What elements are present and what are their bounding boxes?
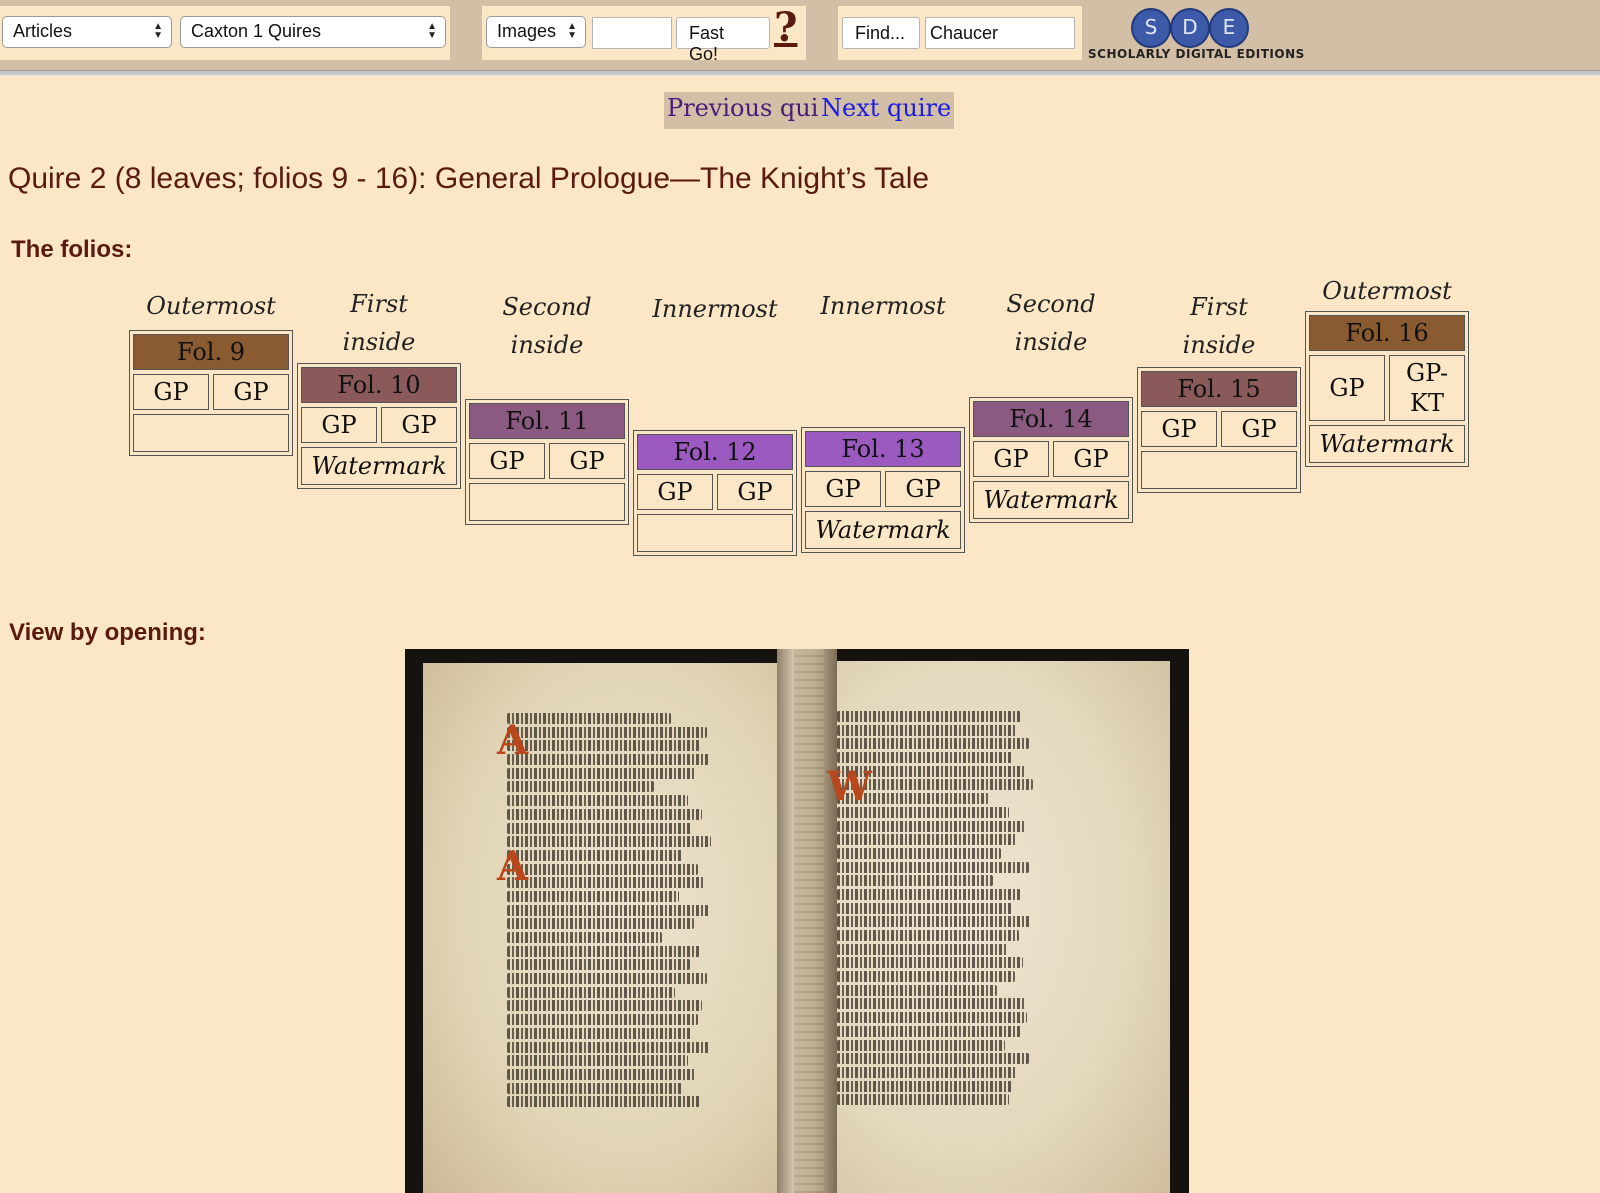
folio-position-label: Innermost [820,292,946,320]
collection-select-value: Caxton 1 Quires [191,21,322,41]
navigation-group: Articles ▲ ▼ Caxton 1 Quires ▲ ▼ [0,6,450,60]
select-arrows-icon: ▲ ▼ [567,21,577,41]
folio-content-cell[interactable]: GP [805,471,881,507]
folio-position-label: Outermost [146,292,276,320]
folio-watermark-note [637,514,793,552]
folio-content-row: GP GP [133,374,289,410]
folio-content-row: GP GP [805,471,961,507]
decorated-initial: W [827,763,872,810]
folio-label-link[interactable]: Fol. 10 [301,367,457,403]
page-title: Quire 2 (8 leaves; folios 9 - 16): Gener… [8,162,930,195]
folio-position-label: Second inside [502,293,592,359]
folio-content-cell[interactable]: GP [1309,355,1385,421]
folio-label-link[interactable]: Fol. 14 [973,401,1129,437]
folio-content-cell[interactable]: GP [381,407,457,443]
articles-select[interactable]: Articles ▲ ▼ [2,16,172,48]
toolbar: Articles ▲ ▼ Caxton 1 Quires ▲ ▼ Images ▲ ▼… [0,0,1600,70]
decorated-initial: A [497,843,529,890]
folio-card: Fol. 11 GP GP [465,399,629,525]
folio-watermark-note [133,414,289,452]
folio-card: Fol. 14 GP GP Watermark [969,397,1133,523]
folio-content-row: GP GP- KT [1309,355,1465,421]
folio-label-link[interactable]: Fol. 13 [805,431,961,467]
folio-watermark-note [1141,451,1297,489]
decorated-initial: A [497,717,529,764]
folio-content-cell[interactable]: GP [301,407,377,443]
folio-label-link[interactable]: Fol. 12 [637,434,793,470]
folio-position-label: Innermost [652,295,778,323]
folio-position-label: Outermost [1322,277,1452,305]
images-select-value: Images [497,21,557,41]
folio-label-link[interactable]: Fol. 9 [133,334,289,370]
next-quire-link[interactable]: Next quire [818,92,955,129]
opening-heading: View by opening: [9,619,206,646]
select-arrows-icon: ▲ ▼ [153,21,163,41]
logo-d-icon: D [1170,8,1210,48]
folio-label-link[interactable]: Fol. 16 [1309,315,1465,351]
folio-content-cell[interactable]: GP [973,441,1049,477]
folios-heading: The folios: [11,236,133,263]
folio-card: Fol. 10 GP GP Watermark [297,363,461,489]
folio-position-label: Second inside [1006,290,1096,356]
find-button[interactable]: Find... [842,17,920,49]
page-input[interactable] [592,17,672,49]
folio-watermark-note: Watermark [973,481,1129,519]
folio-position-label: First inside [1182,293,1256,359]
folio-content-cell[interactable]: GP [469,443,545,479]
find-group: Find... Chaucer [838,6,1082,60]
folio-content-cell[interactable]: GP [1141,411,1217,447]
help-link[interactable]: ? [774,4,797,51]
folio-content-cell[interactable]: GP [133,374,209,410]
folio-content-cell[interactable]: GP [549,443,625,479]
images-select[interactable]: Images ▲ ▼ [486,16,586,48]
fast-go-button[interactable]: Fast Go! [676,17,770,64]
folio-card: Fol. 15 GP GP [1137,367,1301,493]
folio-position-label: First inside [342,290,416,356]
folio-watermark-note [469,483,625,521]
folio-card: Fol. 9 GP GP [129,330,293,456]
folio-label-link[interactable]: Fol. 11 [469,403,625,439]
folio-content-row: GP GP [469,443,625,479]
folio-card: Fol. 16 GP GP- KT Watermark [1305,311,1469,467]
folio-content-cell[interactable]: GP [637,474,713,510]
logo-e-icon: E [1209,8,1249,48]
left-page-text [507,713,717,1110]
folio-content-row: GP GP [637,474,793,510]
logo-tagline: SCHOLARLY DIGITAL EDITIONS [1088,47,1305,61]
find-input[interactable]: Chaucer [925,17,1075,49]
folio-content-cell[interactable]: GP- KT [1389,355,1465,421]
image-go-group: Images ▲ ▼ Fast Go! ? [482,4,806,64]
folio-content-row: GP GP [301,407,457,443]
articles-select-value: Articles [13,21,73,41]
folio-watermark-note: Watermark [805,511,961,549]
collection-select[interactable]: Caxton 1 Quires ▲ ▼ [180,16,446,48]
folio-content-cell[interactable]: GP [717,474,793,510]
folio-content-cell[interactable]: GP [1221,411,1297,447]
folio-watermark-note: Watermark [301,447,457,485]
folio-content-cell[interactable]: GP [1053,441,1129,477]
folio-card: Fol. 12 GP GP [633,430,797,556]
sde-logo[interactable]: S D E SCHOLARLY DIGITAL EDITIONS [1088,5,1304,63]
folio-content-cell[interactable]: GP [213,374,289,410]
toolbar-divider [0,70,1600,76]
book-spine-texture [794,649,824,1193]
folio-content-row: GP GP [1141,411,1297,447]
select-arrows-icon: ▲ ▼ [427,21,437,41]
folio-watermark-note: Watermark [1309,425,1465,463]
logo-s-icon: S [1131,8,1171,48]
folio-card: Fol. 13 GP GP Watermark [801,427,965,553]
manuscript-opening-image[interactable]: A A W [405,649,1189,1193]
folio-label-link[interactable]: Fol. 15 [1141,371,1297,407]
folio-content-row: GP GP [973,441,1129,477]
folio-content-cell[interactable]: GP [885,471,961,507]
